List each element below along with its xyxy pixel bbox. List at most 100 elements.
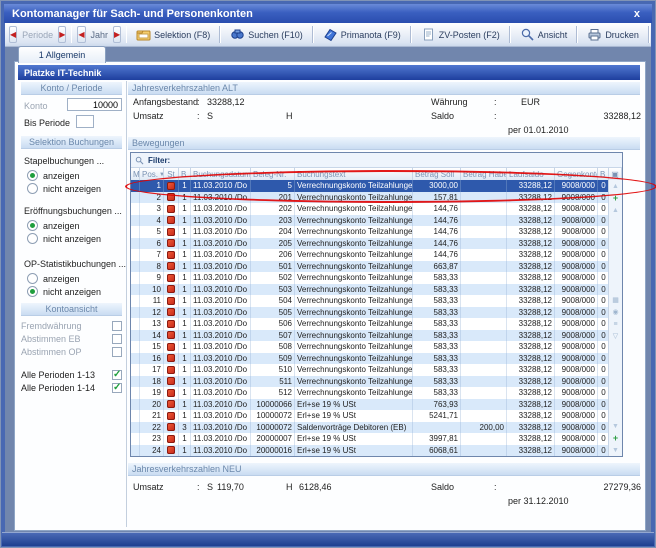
radio-option[interactable]: anzeigen [27, 220, 80, 231]
konto-input[interactable] [67, 98, 122, 111]
cell-gegen: 9008/000 [555, 330, 598, 342]
table-row[interactable]: 21111.03.2010 /Do10000072Erl+se 19 % USt… [131, 410, 609, 422]
checkbox-row[interactable]: Alle Perioden 1-14 [21, 383, 122, 393]
table-row[interactable]: 22311.03.2010 /Do10000072Saldenvorträge … [131, 422, 609, 434]
table-row[interactable]: 19111.03.2010 /Do512Verrechnungskonto Te… [131, 387, 609, 399]
cell-gegen: 9008/000 [555, 307, 598, 319]
add-row-icon[interactable]: + [609, 192, 622, 204]
table-row[interactable]: 10111.03.2010 /Do503Verrechnungskonto Te… [131, 284, 609, 296]
sort-icon[interactable]: ≡ [609, 318, 622, 330]
cell-lauf: 33288,12 [507, 295, 555, 307]
stamp-icon [167, 193, 175, 201]
append-row-icon[interactable]: + [609, 432, 622, 444]
table-row[interactable]: 23111.03.2010 /Do20000007Erl+se 19 % USt… [131, 433, 609, 445]
booking-state-icon [164, 353, 179, 365]
cell-m [131, 249, 140, 261]
scroll-up-icon[interactable]: ▲ [609, 204, 622, 216]
table-row[interactable]: 8111.03.2010 /Do501Verrechnungskonto Tei… [131, 261, 609, 273]
table-row[interactable]: 17111.03.2010 /Do510Verrechnungskonto Te… [131, 364, 609, 376]
radio-option[interactable]: anzeigen [27, 273, 80, 284]
radio-option[interactable]: nicht anzeigen [27, 183, 101, 194]
column-header-label: Laufsaldo [509, 170, 544, 179]
primanota-button[interactable]: Primanota (F9) [319, 25, 405, 44]
cell-soll: 583,33 [413, 341, 461, 353]
jahr-prev-button[interactable]: ◀ [77, 26, 85, 43]
table-row[interactable]: 5111.03.2010 /Do204Verrechnungskonto Tei… [131, 226, 609, 238]
toolbar-separator [71, 26, 72, 43]
cell-gegen: 9008/000 [555, 261, 598, 273]
cell-gegen: 9008/000 [555, 433, 598, 445]
table-row[interactable]: 20111.03.2010 /Do10000066Erl+se 19 % USt… [131, 399, 609, 411]
cell-m [131, 238, 140, 250]
scroll-bottom-icon[interactable]: ▼ [609, 444, 622, 456]
cell-pos: 1 [140, 180, 164, 192]
stamp-icon [167, 435, 175, 443]
filter-icon[interactable]: ▽ [609, 330, 622, 342]
table-row[interactable]: 7111.03.2010 /Do206Verrechnungskonto Tei… [131, 249, 609, 261]
checkbox-row[interactable]: Abstimmen EB [21, 334, 122, 344]
cell-beleg: 502 [251, 272, 295, 284]
cell-b: 1 [179, 307, 191, 319]
cell-b: 1 [179, 410, 191, 422]
checkbox-icon [112, 347, 122, 357]
stamp-icon [167, 239, 175, 247]
cell-haben [461, 330, 507, 342]
cell-lauf: 33288,12 [507, 399, 555, 411]
tab-allgemein[interactable]: 1 Allgemein [18, 46, 106, 63]
toolbar-separator [410, 26, 412, 43]
table-row[interactable]: 3111.03.2010 /Do202Verrechnungskonto Tei… [131, 203, 609, 215]
zoom-icon[interactable]: ◉ [609, 306, 622, 318]
bis-periode-input[interactable] [76, 115, 94, 128]
jahr-next-button[interactable]: ▶ [113, 26, 121, 43]
toolbar-button-label: Suchen (F10) [248, 30, 303, 40]
table-row[interactable]: 24111.03.2010 /Do20000016Erl+se 19 % USt… [131, 445, 609, 457]
cell-pos: 21 [140, 410, 164, 422]
table-row[interactable]: 1111.03.2010 /Do5Verrechnungskonto Teilz… [131, 180, 609, 192]
stamp-icon [167, 251, 175, 259]
drucken-button[interactable]: Drucken [583, 25, 643, 44]
selektion-button[interactable]: Selektion (F8) [132, 25, 214, 44]
scroll-down-icon[interactable]: ▼ [609, 420, 622, 432]
grid-filter-row[interactable]: Filter: [131, 153, 622, 168]
cell-haben [461, 353, 507, 365]
grid-view-icon[interactable]: ▦ [609, 294, 622, 306]
checkbox-icon [112, 334, 122, 344]
cell-b: 1 [179, 353, 191, 365]
table-row[interactable]: 11111.03.2010 /Do504Verrechnungskonto Te… [131, 295, 609, 307]
bewegungen-caption: Bewegungen [128, 137, 640, 150]
checkbox-row[interactable]: Fremdwährung [21, 321, 122, 331]
checkbox-row[interactable]: Alle Perioden 1-13 [21, 370, 122, 380]
radio-option[interactable]: nicht anzeigen [27, 233, 101, 244]
radio-option[interactable]: anzeigen [27, 170, 80, 181]
ansicht-button[interactable]: Ansicht [516, 25, 572, 44]
periode-prev-button[interactable]: ◀ [9, 26, 17, 43]
cell-gegen: 9008/000 [555, 249, 598, 261]
colon: : [197, 111, 200, 121]
zv-posten-button[interactable]: ZV-Posten (F2) [417, 25, 504, 44]
table-row[interactable]: 14111.03.2010 /Do507Verrechnungskonto Te… [131, 330, 609, 342]
checkbox-row[interactable]: Abstimmen OP [21, 347, 122, 357]
window: Kontomanager für Sach- und Personenkonte… [0, 0, 656, 548]
cell-b: 1 [179, 445, 191, 457]
radio-option[interactable]: nicht anzeigen [27, 286, 101, 297]
saldo-alt-label: Saldo [431, 111, 454, 121]
table-row[interactable]: 12111.03.2010 /Do505Verrechnungskonto Te… [131, 307, 609, 319]
scroll-top-icon[interactable]: ▲ [609, 180, 622, 192]
cell-lauf: 33288,12 [507, 433, 555, 445]
table-row[interactable]: 15111.03.2010 /Do508Verrechnungskonto Te… [131, 341, 609, 353]
table-row[interactable]: 2111.03.2010 /Do201Verrechnungskonto Tei… [131, 192, 609, 204]
table-row[interactable]: 9111.03.2010 /Do502Verrechnungskonto Tei… [131, 272, 609, 284]
suchen-button[interactable]: Suchen (F10) [226, 25, 307, 44]
table-row[interactable]: 18111.03.2010 /Do511Verrechnungskonto Te… [131, 376, 609, 388]
close-icon[interactable]: x [630, 8, 644, 20]
cell-m [131, 203, 140, 215]
cell-soll: 583,33 [413, 376, 461, 388]
table-row[interactable]: 16111.03.2010 /Do509Verrechnungskonto Te… [131, 353, 609, 365]
table-row[interactable]: 6111.03.2010 /Do205Verrechnungskonto Tei… [131, 238, 609, 250]
table-row[interactable]: 4111.03.2010 /Do203Verrechnungskonto Tei… [131, 215, 609, 227]
cell-datum: 11.03.2010 /Do [191, 261, 251, 273]
cell-text: Verrechnungskonto Teilzahlungen [295, 295, 413, 307]
selektion-icon [136, 27, 151, 42]
table-row[interactable]: 13111.03.2010 /Do506Verrechnungskonto Te… [131, 318, 609, 330]
periode-next-button[interactable]: ▶ [58, 26, 66, 43]
